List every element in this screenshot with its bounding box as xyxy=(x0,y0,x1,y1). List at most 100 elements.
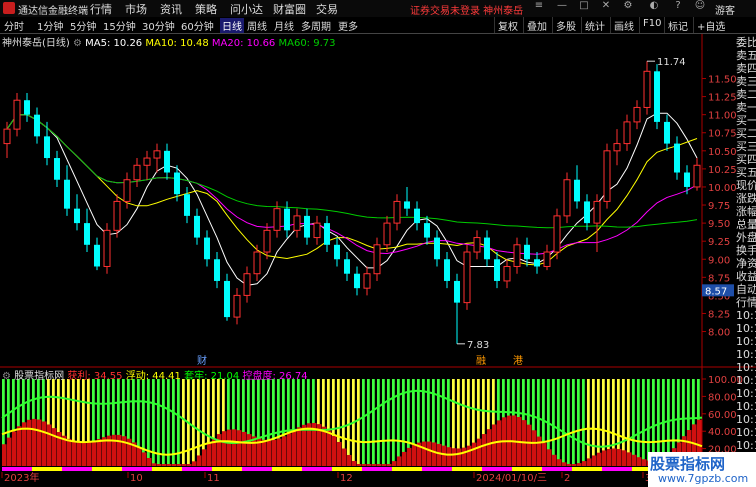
candle-body xyxy=(643,70,651,108)
profit-area xyxy=(227,429,232,466)
user-name[interactable]: 游客 xyxy=(715,2,735,17)
tool-add-watchlist[interactable]: +自选 xyxy=(693,17,728,33)
side-panel-item[interactable]: 10:11 xyxy=(736,322,756,335)
period-multi[interactable]: 多周期 xyxy=(301,18,331,33)
side-panel-item[interactable]: 10:11 xyxy=(736,426,756,439)
period-daily[interactable]: 日线 xyxy=(220,18,244,33)
control-strip xyxy=(72,467,77,471)
side-panel-item[interactable]: 卖一 xyxy=(736,101,756,114)
candle-body xyxy=(273,208,281,231)
side-panel-item[interactable]: 卖四 xyxy=(736,62,756,75)
skin-icon[interactable]: ◐ xyxy=(648,0,660,15)
price-tick-label: 11.00 xyxy=(708,111,737,122)
tool-mark[interactable]: 标记 xyxy=(664,17,691,33)
side-panel-item[interactable]: 10:11 xyxy=(736,361,756,374)
settings-gear-icon[interactable]: ⚙ xyxy=(73,38,85,49)
control-strip xyxy=(162,467,167,471)
window-maximize-icon[interactable]: □ xyxy=(578,0,590,15)
menu-wealth-circle[interactable]: 财富圈 xyxy=(273,1,306,17)
profit-area xyxy=(457,448,462,466)
control-strip xyxy=(387,467,392,471)
side-panel-item[interactable]: 买二 xyxy=(736,127,756,140)
trade-login-notice[interactable]: 证券交易未登录 神州泰岳 xyxy=(410,2,523,17)
side-panel-item[interactable]: 10:11 xyxy=(736,439,756,452)
side-panel-item[interactable]: 10:11 xyxy=(736,309,756,322)
side-panel-item[interactable]: 买五 xyxy=(736,166,756,179)
side-panel-item[interactable]: 涨幅 xyxy=(736,205,756,218)
candle xyxy=(553,208,561,260)
tool-statistics[interactable]: 统计 xyxy=(581,17,608,33)
control-strip xyxy=(537,467,542,471)
indicator-gear-icon[interactable]: ⚙ xyxy=(2,371,11,382)
indicator-name[interactable]: 股票指标网 xyxy=(14,371,64,382)
period-15min[interactable]: 15分钟 xyxy=(103,18,136,33)
side-panel-item[interactable]: 10:11 xyxy=(736,335,756,348)
period-5min[interactable]: 5分钟 xyxy=(70,18,96,33)
candle xyxy=(243,266,251,303)
period-weekly[interactable]: 周线 xyxy=(247,18,267,33)
function-menu[interactable]: ≡ xyxy=(533,0,545,15)
side-panel-item[interactable]: 行情 xyxy=(736,296,756,309)
control-strip xyxy=(522,467,527,471)
control-strip xyxy=(567,467,572,471)
indicator-bar xyxy=(637,379,640,466)
window-minimize-icon[interactable]: — xyxy=(556,0,568,15)
control-strip xyxy=(182,467,187,471)
side-panel-item[interactable]: 买一 xyxy=(736,114,756,127)
profit-area xyxy=(412,444,417,466)
tool-multi-stock[interactable]: 多股 xyxy=(552,17,579,33)
period-more[interactable]: 更多 xyxy=(338,18,358,33)
watermark-title: 股票指标网 xyxy=(650,455,726,473)
menu-market-quotes[interactable]: 行情 xyxy=(90,1,112,17)
period-30min[interactable]: 30分钟 xyxy=(142,18,175,33)
side-panel-item[interactable]: 收益 xyxy=(736,270,756,283)
period-monthly[interactable]: 月线 xyxy=(274,18,294,33)
control-strip xyxy=(177,467,182,471)
side-panel-item[interactable]: 自动 xyxy=(736,283,756,296)
side-panel-item[interactable]: 涨跌 xyxy=(736,192,756,205)
side-panel-item[interactable]: 10:11 xyxy=(736,413,756,426)
control-strip xyxy=(197,467,202,471)
side-panel-item[interactable]: 总量 xyxy=(736,218,756,231)
candle xyxy=(363,266,371,296)
window-close-icon[interactable]: ✕ xyxy=(600,0,612,15)
candle xyxy=(74,194,80,231)
period-1min[interactable]: 1分钟 xyxy=(37,18,63,33)
side-panel-item[interactable]: 换手 xyxy=(736,244,756,257)
help-icon[interactable]: ? xyxy=(672,0,684,15)
menu-trade[interactable]: 交易 xyxy=(316,1,338,17)
menu-wenxiaoda[interactable]: 问小达 xyxy=(230,1,263,17)
menu-market[interactable]: 市场 xyxy=(125,1,147,17)
chart-area[interactable]: 11.50 11.25 11.00 10.75 10.50 10.25 10.00 9.75 9… xyxy=(0,34,756,487)
period-60min[interactable]: 60分钟 xyxy=(181,18,214,33)
settings-icon[interactable]: ⚙ xyxy=(622,0,634,15)
candle-body xyxy=(133,164,141,181)
menu-news[interactable]: 资讯 xyxy=(160,1,182,17)
candle-body xyxy=(293,215,301,231)
price-tick-label: 8.25 xyxy=(708,309,730,320)
profit-area xyxy=(382,464,387,466)
side-panel-item[interactable]: 净资 xyxy=(736,257,756,270)
side-panel-item[interactable]: 10:11 xyxy=(736,374,756,387)
profit-area xyxy=(262,439,267,466)
side-panel-item[interactable]: 卖二 xyxy=(736,88,756,101)
user-icon[interactable]: ☺ xyxy=(694,0,706,15)
side-panel-item[interactable]: 10:11 xyxy=(736,348,756,361)
side-panel-item[interactable]: 委比 xyxy=(736,36,756,49)
candle-body xyxy=(253,251,261,275)
tool-overlay[interactable]: 叠加 xyxy=(523,17,550,33)
side-panel-item[interactable]: 卖三 xyxy=(736,75,756,88)
period-intraday[interactable]: 分时 xyxy=(4,18,24,33)
tool-draw[interactable]: 画线 xyxy=(610,17,637,33)
tool-f10[interactable]: F10 xyxy=(639,17,664,33)
side-panel-item[interactable]: 卖五 xyxy=(736,49,756,62)
side-panel-item[interactable]: 买四 xyxy=(736,153,756,166)
side-panel-item[interactable]: 外盘 xyxy=(736,231,756,244)
side-panel-item[interactable]: 10:11 xyxy=(736,400,756,413)
side-panel-item[interactable]: 现价 xyxy=(736,179,756,192)
tool-adjust[interactable]: 复权 xyxy=(494,17,521,33)
side-panel-item[interactable]: 10:11 xyxy=(736,387,756,400)
side-panel-item[interactable]: 买三 xyxy=(736,140,756,153)
menu-strategy[interactable]: 策略 xyxy=(195,1,217,17)
kline-chart[interactable]: 11.50 11.25 11.00 10.75 10.50 10.25 10.00 9.75 9… xyxy=(0,34,756,487)
